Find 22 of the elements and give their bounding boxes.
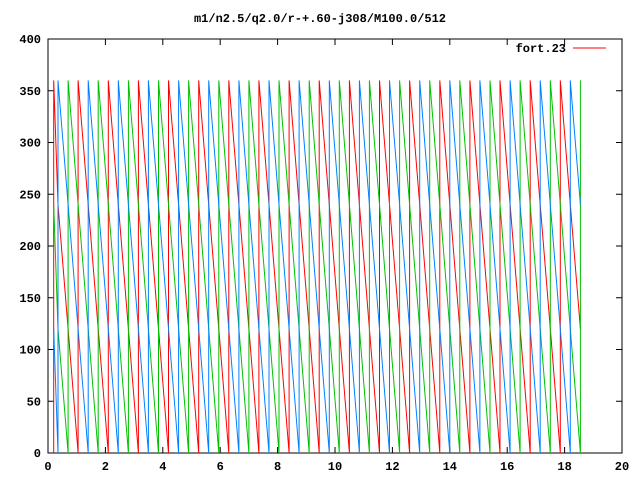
tick-label: 300 [19, 136, 41, 150]
tick-label: 12 [385, 460, 400, 474]
tick-label: 8 [274, 460, 282, 474]
tick-label: 0 [44, 460, 52, 474]
tick-label: 6 [216, 460, 224, 474]
tick-label: 350 [19, 84, 41, 99]
legend-label: fort.23 [516, 42, 566, 56]
chart-title: m1/n2.5/q2.0/r-+.60-j308/M100.0/512 [194, 12, 446, 26]
tick-label: 10 [328, 460, 342, 474]
tick-label: 20 [614, 460, 630, 474]
tick-label: 2 [102, 460, 109, 474]
tick-label: 150 [19, 292, 41, 306]
tick-label: 18 [557, 460, 572, 474]
tick-label: 0 [34, 447, 41, 461]
tick-label: 16 [500, 460, 514, 474]
tick-label: 4 [159, 460, 166, 474]
tick-label: 400 [19, 33, 41, 47]
tick-label: 100 [19, 344, 41, 358]
tick-label: 250 [19, 188, 41, 202]
tick-label: 200 [19, 240, 41, 254]
tick-label: 14 [442, 460, 457, 474]
tick-label: 50 [26, 395, 41, 410]
